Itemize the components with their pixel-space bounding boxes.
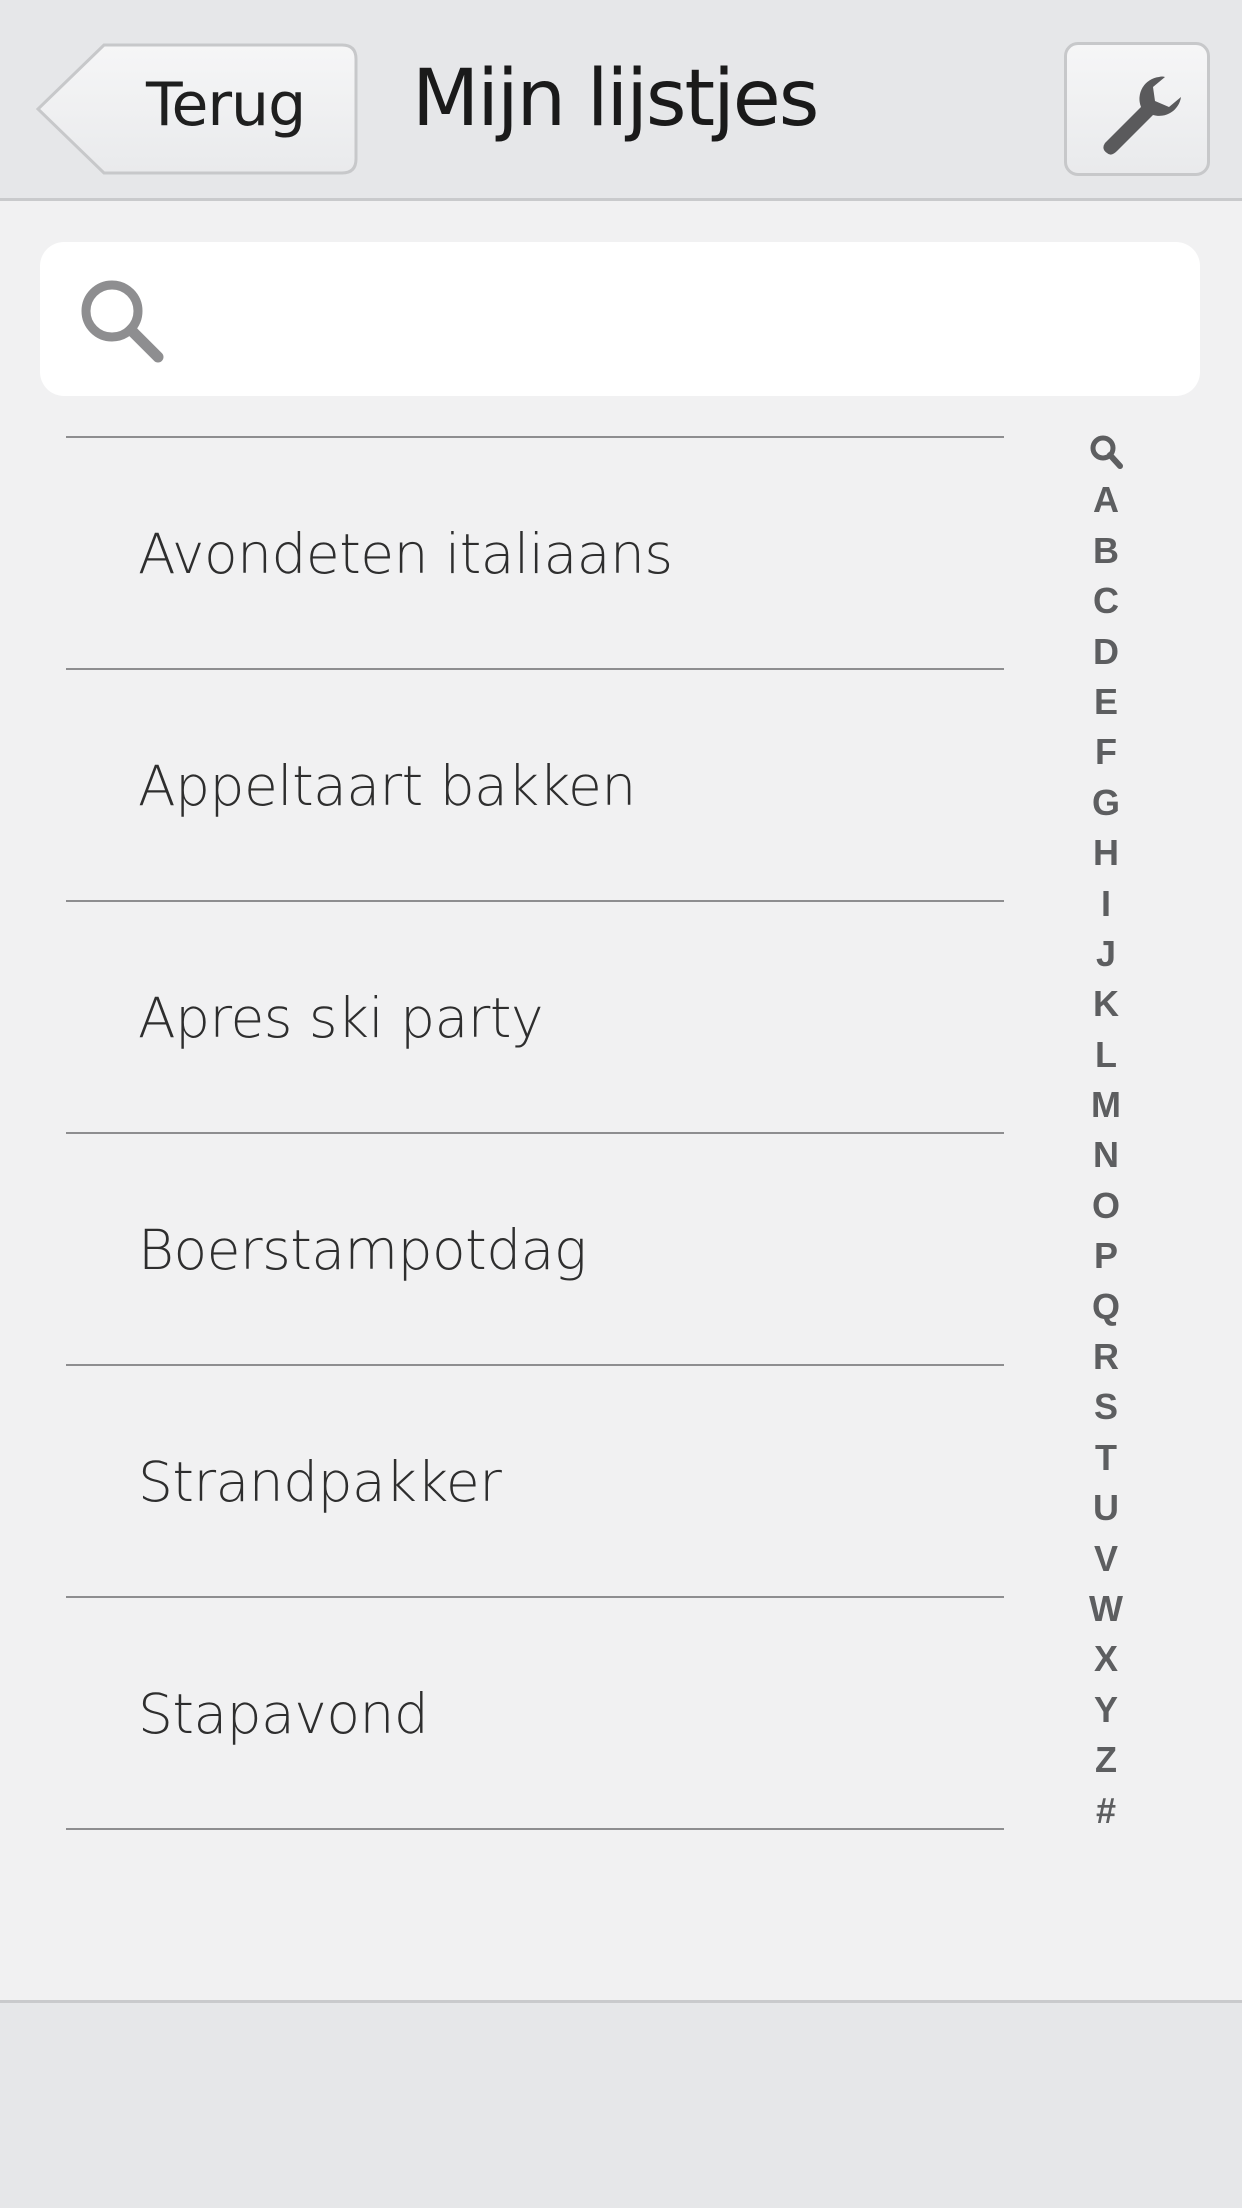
index-letter[interactable]: Q — [1086, 1282, 1126, 1332]
index-letter[interactable]: U — [1086, 1483, 1126, 1533]
index-letter[interactable]: L — [1086, 1030, 1126, 1080]
index-letter[interactable]: F — [1086, 727, 1126, 777]
index-letter[interactable]: V — [1086, 1534, 1126, 1584]
index-letter[interactable]: M — [1086, 1080, 1126, 1130]
index-letter[interactable]: A — [1086, 475, 1126, 525]
index-letter[interactable]: G — [1086, 778, 1126, 828]
index-letter[interactable]: K — [1086, 979, 1126, 1029]
list-item-label: Stapavond — [138, 1682, 429, 1746]
list-item[interactable]: Apres ski party — [66, 902, 1004, 1134]
index-letter[interactable]: D — [1086, 627, 1126, 677]
wrench-icon — [1103, 76, 1181, 155]
back-button-label: Terug — [146, 70, 306, 140]
list-item-label: Appeltaart bakken — [138, 754, 636, 818]
index-letter[interactable]: R — [1086, 1332, 1126, 1382]
list-item[interactable]: Strandpakker — [66, 1366, 1004, 1598]
list-item-label: Boerstampotdag — [138, 1218, 587, 1282]
list-item[interactable]: Avondeten italiaans — [66, 438, 1004, 670]
index-letter[interactable]: J — [1086, 929, 1126, 979]
search-input[interactable] — [180, 272, 1164, 368]
nav-bar: Terug Mijn lijstjes — [0, 0, 1242, 201]
settings-button[interactable] — [1064, 42, 1210, 176]
index-letter[interactable]: N — [1086, 1130, 1126, 1180]
list-container: Avondeten italiaans Appeltaart bakken Ap… — [66, 436, 1004, 1830]
index-letter[interactable]: Z — [1086, 1735, 1126, 1785]
page-title: Mijn lijstjes — [412, 54, 819, 144]
index-letter[interactable]: X — [1086, 1634, 1126, 1684]
index-letter[interactable]: O — [1086, 1181, 1126, 1231]
index-letter[interactable]: P — [1086, 1231, 1126, 1281]
list-item-label: Strandpakker — [138, 1450, 502, 1514]
index-letter[interactable]: H — [1086, 828, 1126, 878]
section-index-bar[interactable]: A B C D E F G H I J K L M N O P Q R S T … — [1086, 425, 1126, 1836]
search-field[interactable] — [40, 242, 1200, 396]
back-button[interactable]: Terug — [34, 42, 359, 176]
bottom-toolbar — [0, 2000, 1242, 2208]
index-letter[interactable]: T — [1086, 1433, 1126, 1483]
index-letter[interactable]: B — [1086, 526, 1126, 576]
list-item[interactable]: Appeltaart bakken — [66, 670, 1004, 902]
index-letter[interactable]: C — [1086, 576, 1126, 626]
list-item[interactable]: Stapavond — [66, 1598, 1004, 1830]
index-letter[interactable]: W — [1086, 1584, 1126, 1634]
index-letter[interactable]: I — [1086, 879, 1126, 929]
index-letter[interactable]: Y — [1086, 1685, 1126, 1735]
index-letter[interactable]: E — [1086, 677, 1126, 727]
index-letter[interactable]: S — [1086, 1382, 1126, 1432]
list-item-label: Avondeten italiaans — [138, 522, 673, 586]
index-hash[interactable]: # — [1086, 1786, 1126, 1836]
list-item[interactable]: Boerstampotdag — [66, 1134, 1004, 1366]
list-item-label: Apres ski party — [138, 986, 544, 1050]
index-search-icon[interactable] — [1086, 425, 1126, 475]
search-icon — [81, 280, 164, 363]
